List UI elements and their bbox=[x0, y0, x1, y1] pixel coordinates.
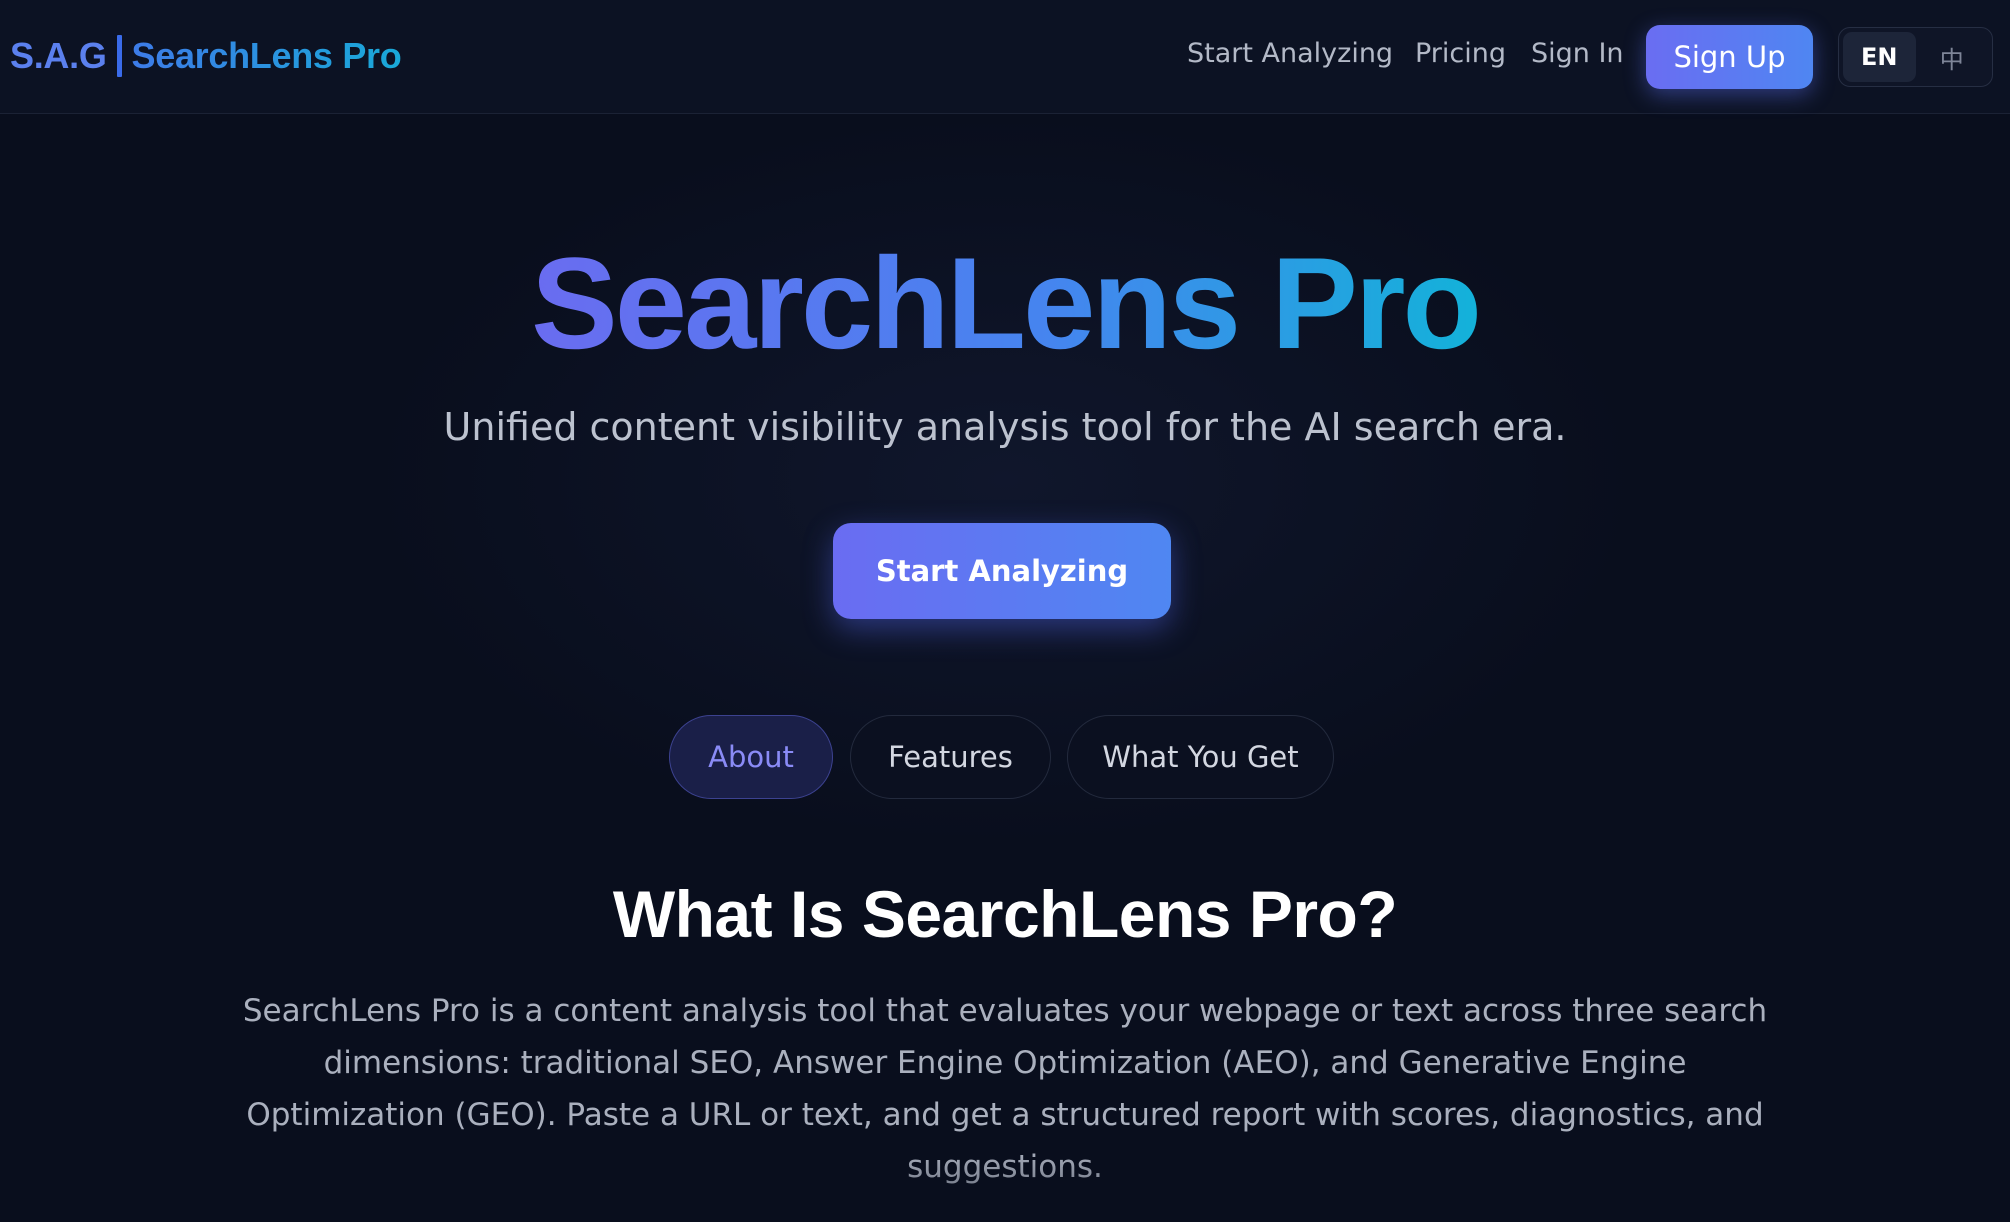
nav-link-start-analyzing[interactable]: Start Analyzing bbox=[1187, 38, 1393, 69]
brand-logo[interactable]: S.A.G SearchLens Pro bbox=[10, 34, 402, 78]
section-title: What Is SearchLens Pro? bbox=[612, 877, 1398, 951]
tab-features[interactable]: Features bbox=[850, 715, 1051, 799]
tab-what-you-get[interactable]: What You Get bbox=[1067, 715, 1334, 799]
hero-title: SearchLens Pro bbox=[0, 228, 2010, 378]
top-nav: S.A.G SearchLens Pro Start Analyzing Pri… bbox=[0, 0, 2010, 114]
start-analyzing-button[interactable]: Start Analyzing bbox=[833, 523, 1171, 619]
bottom-fade bbox=[0, 1150, 2010, 1222]
brand-prefix: S.A.G bbox=[10, 35, 107, 76]
language-option-zh[interactable]: 中 bbox=[1916, 32, 1989, 82]
sign-up-button[interactable]: Sign Up bbox=[1646, 25, 1813, 89]
brand-divider bbox=[116, 35, 122, 77]
hero-subtitle: Unified content visibility analysis tool… bbox=[443, 405, 1567, 449]
nav-link-pricing[interactable]: Pricing bbox=[1415, 38, 1506, 69]
tab-about[interactable]: About bbox=[669, 715, 833, 799]
language-option-en[interactable]: EN bbox=[1843, 32, 1916, 82]
brand-name: SearchLens Pro bbox=[131, 35, 402, 76]
language-switcher: EN 中 bbox=[1838, 27, 1993, 87]
nav-link-sign-in[interactable]: Sign In bbox=[1531, 38, 1624, 69]
hero-title-text: SearchLens Pro bbox=[531, 230, 1482, 376]
